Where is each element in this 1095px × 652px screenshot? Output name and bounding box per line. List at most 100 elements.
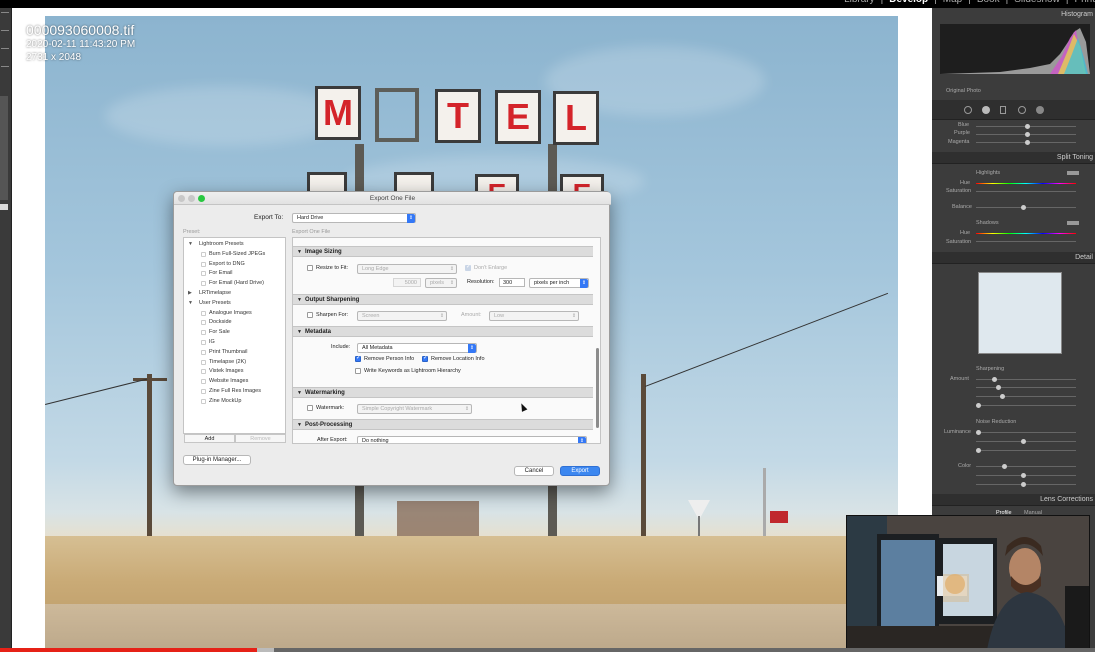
resize-mode-select[interactable]: Long Edge ⇕ [357, 264, 457, 274]
disclosure-down-icon[interactable]: ▼ [188, 241, 193, 247]
export-button[interactable]: Export [560, 466, 600, 476]
module-library[interactable]: Library [844, 0, 875, 6]
lens-corrections-header[interactable]: Lens Corrections [932, 494, 1095, 506]
post-processing-header[interactable]: ▼ Post-Processing [293, 419, 593, 430]
preset-checkbox[interactable] [201, 369, 206, 375]
resize-to-fit-checkbox[interactable] [307, 265, 313, 271]
preset-item[interactable]: Export to DNG [209, 261, 245, 267]
split-toning-header[interactable]: Split Toning [932, 152, 1095, 164]
graduated-filter-icon[interactable] [1000, 106, 1006, 114]
red-eye-icon[interactable] [982, 106, 990, 114]
sharpen-amount-select[interactable]: Low ⇕ [489, 311, 579, 321]
include-metadata-select[interactable]: All Metadata ⇕ [357, 343, 477, 353]
resolution-unit-select[interactable]: pixels per inch ⇕ [529, 278, 589, 288]
add-preset-button[interactable]: Add [184, 434, 235, 443]
video-progress-bar[interactable] [0, 648, 1095, 652]
nr-color-detail-slider[interactable] [976, 475, 1076, 476]
sharpen-for-checkbox[interactable] [307, 312, 313, 318]
slider-knob[interactable] [976, 403, 981, 408]
write-keywords-checkbox[interactable] [355, 368, 361, 374]
preset-item[interactable]: Timelapse (2K) [209, 359, 246, 365]
preset-item[interactable]: Website Images [209, 378, 248, 384]
preset-item[interactable]: For Email (Hard Drive) [209, 280, 264, 286]
preset-folder[interactable]: Lightroom Presets [199, 241, 244, 247]
after-export-select[interactable]: Do nothing ⇕ [357, 436, 587, 443]
module-print[interactable]: Print [1074, 0, 1095, 6]
preset-item[interactable]: Print Thumbnail [209, 349, 247, 355]
resize-size-input[interactable]: 5000 [393, 278, 421, 287]
sharpen-for-select[interactable]: Screen ⇕ [357, 311, 447, 321]
preset-checkbox[interactable] [201, 251, 206, 257]
preset-checkbox[interactable] [201, 359, 206, 365]
highlights-hue-slider[interactable] [976, 183, 1076, 184]
slider-knob[interactable] [1021, 473, 1026, 478]
dont-enlarge-checkbox[interactable] [465, 263, 471, 271]
size-unit-select[interactable]: pixels ⇕ [425, 278, 457, 288]
slider-knob[interactable] [1025, 124, 1030, 129]
nr-detail-slider[interactable] [976, 441, 1076, 442]
preset-checkbox[interactable] [201, 349, 206, 355]
slider-knob[interactable] [992, 377, 997, 382]
slider-knob[interactable] [1025, 140, 1030, 145]
detail-header[interactable]: Detail [932, 252, 1095, 264]
watermark-checkbox[interactable] [307, 405, 313, 411]
slider-knob[interactable] [1021, 482, 1026, 487]
highlights-swatch[interactable] [1067, 171, 1079, 175]
nr-color-smoothness-slider[interactable] [976, 484, 1076, 485]
close-window-button[interactable] [178, 195, 185, 202]
brush-icon[interactable] [1036, 106, 1044, 114]
shadows-swatch[interactable] [1067, 221, 1079, 225]
balance-knob[interactable] [1021, 205, 1026, 210]
export-to-select[interactable]: Hard Drive ⇕ [292, 213, 416, 223]
slider-knob[interactable] [1021, 439, 1026, 444]
preset-checkbox[interactable] [201, 310, 206, 316]
slider-knob[interactable] [1025, 132, 1030, 137]
nr-color-slider[interactable] [976, 466, 1076, 467]
left-panel-collapsed[interactable] [0, 8, 12, 652]
watermark-select[interactable]: Simple Copyright Watermark ⇕ [357, 404, 472, 414]
balance-slider[interactable] [976, 207, 1076, 208]
remove-preset-button[interactable]: Remove [235, 434, 286, 443]
preset-checkbox[interactable] [201, 271, 206, 277]
nr-luminance-slider[interactable] [976, 432, 1076, 433]
spot-removal-icon[interactable] [964, 106, 972, 114]
settings-scrollbar[interactable] [596, 348, 599, 428]
shadows-saturation-slider[interactable] [976, 241, 1076, 242]
metadata-header[interactable]: ▼ Metadata [293, 326, 593, 337]
image-sizing-header[interactable]: ▼ Image Sizing [293, 246, 593, 257]
module-map[interactable]: Map [943, 0, 962, 6]
slider-knob[interactable] [996, 385, 1001, 390]
preset-checkbox[interactable] [201, 261, 206, 267]
remove-person-info-checkbox[interactable] [355, 354, 361, 362]
slider-knob[interactable] [1000, 394, 1005, 399]
sharpen-detail-slider[interactable] [976, 396, 1076, 397]
resolution-input[interactable]: 300 [499, 278, 525, 287]
plugin-manager-button[interactable]: Plug-in Manager... [183, 455, 251, 465]
cancel-button[interactable]: Cancel [514, 466, 554, 476]
preset-item[interactable]: Vistek Images [209, 368, 243, 374]
preset-checkbox[interactable] [201, 389, 206, 394]
slider-knob[interactable] [976, 448, 981, 453]
disclosure-right-icon[interactable]: ▶ [188, 290, 192, 296]
module-slideshow[interactable]: Slideshow [1014, 0, 1060, 6]
remove-location-info-checkbox[interactable] [422, 354, 428, 362]
preset-item[interactable]: For Sale [209, 329, 230, 335]
preset-item[interactable]: Analogue Images [209, 310, 252, 316]
zoom-window-button[interactable] [198, 195, 205, 202]
minimize-window-button[interactable] [188, 195, 195, 202]
detail-preview[interactable] [978, 272, 1062, 354]
preset-item[interactable]: For Email [209, 270, 233, 276]
preset-item[interactable]: IG [209, 339, 215, 345]
shadows-hue-slider[interactable] [976, 233, 1076, 234]
preset-checkbox[interactable] [201, 330, 206, 336]
slider-knob[interactable] [1002, 464, 1007, 469]
preset-item[interactable]: Zine MockUp [209, 398, 241, 404]
left-scrollbar[interactable] [0, 96, 8, 200]
preset-item[interactable]: Burn Full-Sized JPEGs [209, 251, 265, 257]
sharpen-masking-slider[interactable] [976, 405, 1076, 406]
preset-list[interactable]: ▼ Lightroom Presets Burn Full-Sized JPEGs E… [183, 237, 286, 434]
disclosure-down-icon[interactable]: ▼ [188, 300, 193, 306]
preset-checkbox[interactable] [201, 281, 206, 287]
preset-checkbox[interactable] [201, 398, 206, 404]
preset-checkbox[interactable] [201, 379, 206, 385]
